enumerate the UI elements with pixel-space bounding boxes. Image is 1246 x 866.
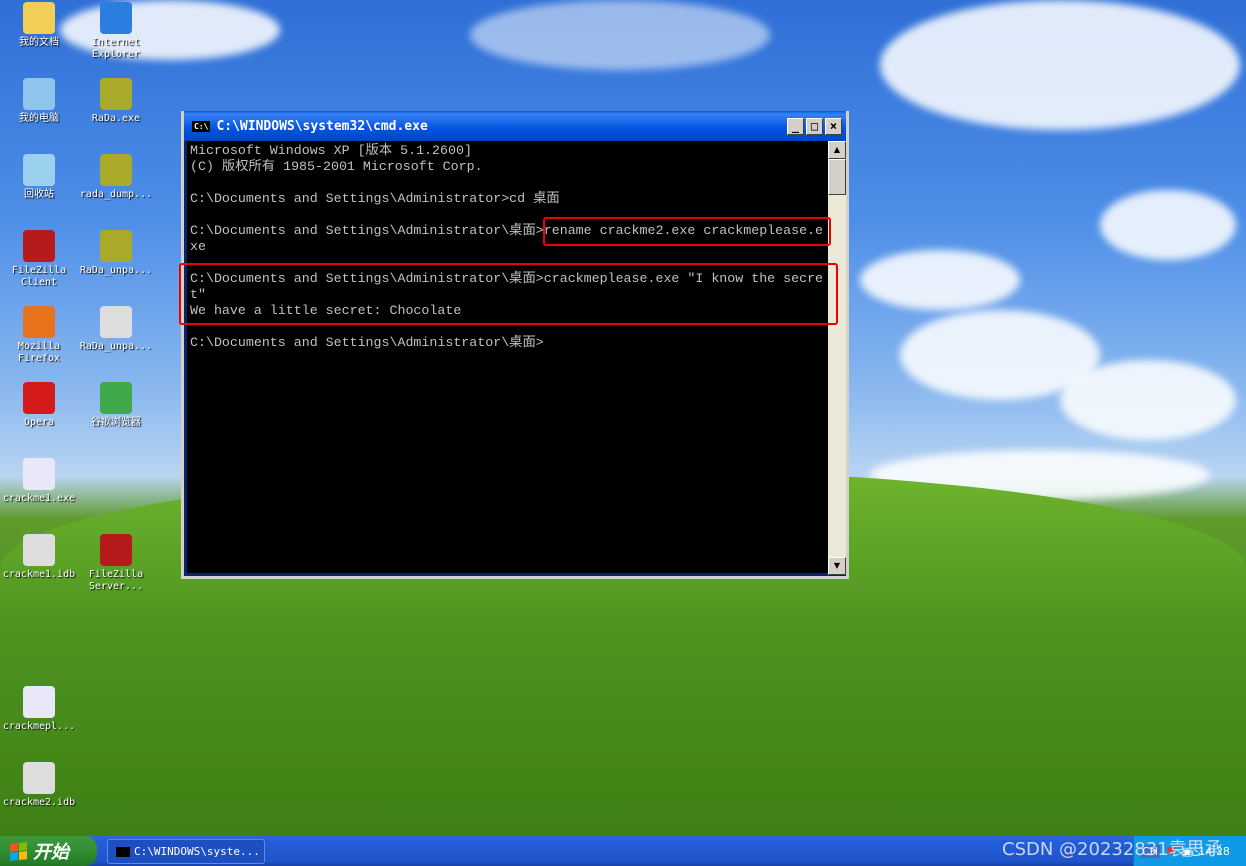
desktop-icon-label: rada_dump... xyxy=(79,189,153,200)
taskbar-item-cmd[interactable]: C:\WINDOWS\syste... xyxy=(107,839,265,864)
console-output[interactable]: Microsoft Windows XP [版本 5.1.2600] (C) 版权… xyxy=(187,141,828,573)
cmd-icon: C:\ xyxy=(192,120,211,132)
desktop-icon[interactable]: rada_dump... xyxy=(77,154,155,201)
app-icon xyxy=(23,534,55,566)
desktop-icon[interactable]: Opera xyxy=(0,382,78,429)
app-icon xyxy=(100,534,132,566)
desktop-icon[interactable]: RaDa.exe xyxy=(77,78,155,125)
desktop-icon-label: FileZilla Server... xyxy=(88,569,144,592)
desktop-icon-label: RaDa_unpa... xyxy=(79,265,153,276)
desktop-icon-label: crackme1.idb xyxy=(2,569,76,580)
desktop-icon[interactable]: crackmepl... xyxy=(0,686,78,733)
desktop-icon[interactable]: 谷歌浏览器 xyxy=(77,382,155,429)
desktop-icon[interactable]: RaDa_unpa... xyxy=(77,230,155,277)
app-icon xyxy=(23,154,55,186)
start-label: 开始 xyxy=(33,842,69,863)
desktop-icon[interactable]: crackme1.idb xyxy=(0,534,78,581)
app-icon xyxy=(23,306,55,338)
cloud xyxy=(1060,360,1236,440)
desktop-icon-label: crackmepl... xyxy=(2,721,76,732)
vertical-scrollbar[interactable]: ▲ ▼ xyxy=(828,141,846,575)
cloud xyxy=(1100,190,1236,260)
desktop-icon-label: Internet Explorer xyxy=(91,37,141,60)
desktop-icon[interactable]: 我的文档 xyxy=(0,2,78,49)
app-icon xyxy=(100,2,132,34)
desktop-icon[interactable]: FileZilla Server... xyxy=(77,534,155,593)
desktop-icon[interactable]: RaDa_unpa... xyxy=(77,306,155,353)
maximize-button[interactable]: □ xyxy=(806,117,823,135)
console-line: (C) 版权所有 1985-2001 Microsoft Corp. xyxy=(190,159,483,174)
start-button[interactable]: 开始 xyxy=(0,836,97,866)
app-icon xyxy=(23,458,55,490)
desktop-icon-label: RaDa.exe xyxy=(91,113,141,124)
console-line: C:\Documents and Settings\Administrator\… xyxy=(190,335,544,350)
desktop-icon-label: 我的电脑 xyxy=(19,113,59,124)
highlight-box-rename xyxy=(543,217,831,246)
cloud xyxy=(880,0,1240,130)
minimize-button[interactable]: _ xyxy=(787,117,804,135)
desktop-icon-label: 谷歌浏览器 xyxy=(91,417,141,428)
scroll-thumb[interactable] xyxy=(828,159,846,195)
desktop-icon-label: 我的文档 xyxy=(19,37,59,48)
desktop-icon-label: 回收站 xyxy=(24,189,54,200)
app-icon xyxy=(100,306,132,338)
taskbar-item-label: C:\WINDOWS\syste... xyxy=(134,845,260,858)
app-icon xyxy=(23,382,55,414)
app-icon xyxy=(23,686,55,718)
highlight-box-secret xyxy=(179,263,838,325)
app-icon xyxy=(23,762,55,794)
desktop-icon[interactable]: Mozilla Firefox xyxy=(0,306,78,365)
desktop-icon[interactable]: 回收站 xyxy=(0,154,78,201)
app-icon xyxy=(23,230,55,262)
close-button[interactable]: × xyxy=(825,117,842,135)
app-icon xyxy=(100,382,132,414)
desktop-icon[interactable]: FileZilla Client xyxy=(0,230,78,289)
desktop-icon-label: Mozilla Firefox xyxy=(17,341,61,364)
desktop-icon[interactable]: 我的电脑 xyxy=(0,78,78,125)
app-icon xyxy=(100,78,132,110)
cloud xyxy=(470,0,770,70)
desktop-icon-label: crackme1.exe xyxy=(2,493,76,504)
desktop-icon[interactable]: crackme2.idb xyxy=(0,762,78,809)
desktop-icon-label: Opera xyxy=(23,417,55,428)
app-icon xyxy=(23,2,55,34)
app-icon xyxy=(100,154,132,186)
window-title: C:\WINDOWS\system32\cmd.exe xyxy=(216,118,428,134)
windows-logo-icon xyxy=(10,841,27,861)
desktop-icon-label: crackme2.idb xyxy=(2,797,76,808)
watermark: CSDN @20232831袁思承 xyxy=(1002,839,1223,860)
console-line: Microsoft Windows XP [版本 5.1.2600] xyxy=(190,143,472,158)
scroll-up-button[interactable]: ▲ xyxy=(828,141,846,159)
app-icon xyxy=(100,230,132,262)
app-icon xyxy=(23,78,55,110)
desktop-icon[interactable]: Internet Explorer xyxy=(77,2,155,61)
cmd-icon xyxy=(116,846,130,857)
cloud xyxy=(860,250,1020,310)
title-bar[interactable]: C:\ C:\WINDOWS\system32\cmd.exe _ □ × xyxy=(184,111,846,141)
desktop-icon-label: RaDa_unpa... xyxy=(79,341,153,352)
cmd-window[interactable]: C:\ C:\WINDOWS\system32\cmd.exe _ □ × Mi… xyxy=(181,111,849,579)
console-line: C:\Documents and Settings\Administrator>… xyxy=(190,191,560,206)
scroll-down-button[interactable]: ▼ xyxy=(828,557,846,575)
desktop-icon-label: FileZilla Client xyxy=(11,265,67,288)
desktop-icon[interactable]: crackme1.exe xyxy=(0,458,78,505)
